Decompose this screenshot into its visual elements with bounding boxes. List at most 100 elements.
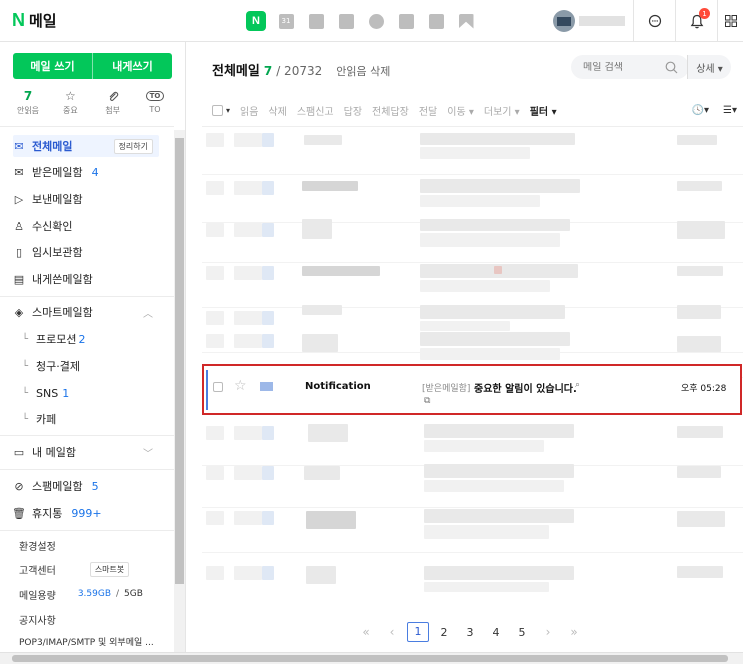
folder-inbox[interactable]: ✉ 받은메일함 4	[13, 161, 171, 183]
folder-spam[interactable]: ⊘ 스팸메일함 5	[13, 475, 171, 497]
table-row[interactable]	[202, 560, 743, 608]
folder-cafe[interactable]: └ 카페	[22, 408, 56, 430]
reply-button[interactable]: 답장	[344, 103, 362, 118]
smartbot-button[interactable]: 스마트봇	[89, 561, 130, 577]
todo-icon[interactable]	[396, 11, 416, 31]
folder-sns[interactable]: └ SNS 1	[22, 382, 69, 404]
divider	[0, 296, 174, 297]
send-icon: ▷	[14, 192, 24, 206]
divider	[0, 126, 174, 127]
bookmark-icon[interactable]	[456, 11, 476, 31]
contacts-icon[interactable]	[336, 11, 356, 31]
organize-button[interactable]: 정리하기	[113, 139, 153, 154]
menu-icon[interactable]: ☰▾	[723, 105, 737, 116]
block-icon: ⊘	[14, 479, 24, 493]
table-row[interactable]	[202, 418, 743, 466]
quick-important[interactable]: ☆ 중요	[51, 88, 89, 116]
logo[interactable]: N 메일	[12, 10, 57, 31]
chevron-down-icon[interactable]: ﹀	[143, 445, 153, 460]
search-box	[571, 55, 689, 79]
write-mail-button[interactable]: 메일 쓰기	[13, 53, 93, 79]
delete-unread-button[interactable]: 안읽음 삭제	[336, 63, 390, 79]
folder-sent[interactable]: ▷ 보낸메일함	[13, 188, 171, 210]
folder-icon: ▭	[13, 445, 25, 459]
pop3-link[interactable]: POP3/IMAP/SMTP 및 외부메일 ...	[19, 632, 154, 650]
support-link[interactable]: 고객센터 스마트봇	[19, 560, 130, 578]
page-title: 전체메일	[212, 64, 260, 79]
folder-all-mail[interactable]: ✉ 전체메일 정리하기	[13, 135, 159, 157]
mail-toolbar: ▾ 읽음 삭제 스팸신고 답장 전체답장 전달 이동 ▾ 더보기 ▾ 필터 ▾ …	[212, 102, 737, 118]
sidebar: 메일 쓰기 내게쓰기 7 안읽음 ☆ 중요 첨부 TO TO ✉ 전체메일 정리…	[0, 42, 186, 664]
sidebar-scroll-thumb[interactable]	[175, 138, 184, 584]
read-button[interactable]: 읽음	[240, 103, 258, 118]
page-2[interactable]: 2	[431, 626, 457, 639]
detail-search-button[interactable]: 상세 ▾	[687, 55, 731, 79]
horizontal-scroll-thumb[interactable]	[12, 655, 728, 662]
chevron-up-icon[interactable]: ︿	[143, 305, 153, 320]
notification-badge: 1	[699, 8, 710, 19]
table-row[interactable]	[202, 260, 743, 308]
notification-button[interactable]: 1	[675, 0, 717, 42]
page-3[interactable]: 3	[457, 626, 483, 639]
folder-promo[interactable]: └ 프로모션 2	[22, 328, 86, 350]
spam-report-button[interactable]: 스팸신고	[297, 103, 334, 118]
paperclip-icon	[94, 88, 132, 104]
quick-attachment[interactable]: 첨부	[94, 88, 132, 116]
table-row[interactable]	[202, 127, 743, 175]
apps-button[interactable]	[717, 0, 743, 42]
pay-icon[interactable]	[426, 11, 446, 31]
chat-button[interactable]	[633, 0, 675, 42]
notice-link[interactable]: 공지사항	[19, 610, 56, 628]
profile[interactable]	[553, 10, 625, 32]
divider	[0, 469, 174, 470]
folder-trash[interactable]: 🗑 휴지통 999+	[12, 502, 171, 524]
more-button[interactable]: 더보기 ▾	[484, 103, 520, 118]
calendar-icon[interactable]: 31	[276, 11, 296, 31]
page-5[interactable]: 5	[509, 626, 535, 639]
divider	[0, 530, 174, 531]
move-button[interactable]: 이동 ▾	[447, 103, 474, 118]
table-row[interactable]	[202, 505, 743, 553]
chevron-down-icon[interactable]: ▾	[226, 106, 230, 115]
divider	[0, 435, 174, 436]
mail-service-icon[interactable]: N	[246, 11, 266, 31]
service-icons: N 31	[246, 11, 476, 31]
avatar	[553, 10, 575, 32]
table-row[interactable]	[202, 460, 743, 508]
profile-name-redacted	[579, 16, 625, 26]
quick-to[interactable]: TO TO	[136, 88, 174, 116]
photo-icon[interactable]	[306, 11, 326, 31]
folder-smart[interactable]: ◈ 스마트메일함 ︿	[13, 301, 171, 323]
naver-logo: N	[12, 10, 25, 30]
folder-receipt[interactable]: ♙ 수신확인	[13, 215, 171, 237]
page-1[interactable]: 1	[407, 622, 429, 642]
first-page-button[interactable]: «	[353, 625, 379, 639]
filter-button[interactable]: 필터 ▾	[530, 103, 557, 118]
write-self-button[interactable]: 내게쓰기	[93, 53, 172, 79]
folder-drafts[interactable]: ▯ 임시보관함	[13, 241, 171, 263]
next-page-button[interactable]: ›	[535, 625, 561, 639]
select-all[interactable]: ▾	[212, 104, 230, 116]
select-all-checkbox[interactable]	[212, 104, 223, 116]
delete-button[interactable]: 삭제	[268, 103, 286, 118]
drive-icon[interactable]	[366, 11, 386, 31]
last-page-button[interactable]: »	[561, 625, 587, 639]
settings-link[interactable]: 환경설정	[19, 536, 56, 554]
storage-info: 메일용량 3.59GB / 5GB	[19, 589, 143, 602]
folder-my-folders[interactable]: ▭ 내 메일함 ﹀	[13, 441, 171, 463]
search-input[interactable]	[583, 61, 659, 73]
horizontal-scrollbar[interactable]	[0, 652, 743, 664]
folder-billing[interactable]: └ 청구·결제	[22, 355, 80, 377]
clock-icon[interactable]: 🕓▾	[692, 105, 709, 116]
layers-icon: ◈	[14, 305, 24, 319]
forward-button[interactable]: 전달	[419, 103, 437, 118]
table-row[interactable]	[202, 215, 743, 263]
reply-all-button[interactable]: 전체답장	[372, 103, 409, 118]
quick-unread[interactable]: 7 안읽음	[9, 88, 47, 116]
page-4[interactable]: 4	[483, 626, 509, 639]
prev-page-button[interactable]: ‹	[379, 625, 405, 639]
folder-self-mail[interactable]: ▤ 내게쓴메일함	[13, 268, 171, 290]
grid-icon	[724, 15, 737, 27]
search-icon[interactable]	[665, 61, 678, 74]
unread-count[interactable]: 7	[264, 64, 272, 78]
